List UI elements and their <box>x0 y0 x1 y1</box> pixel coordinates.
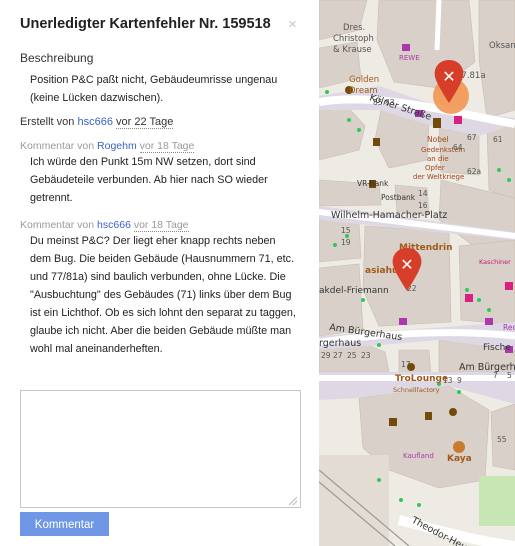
map-label: 67 <box>467 133 477 142</box>
close-icon: ✕ <box>400 255 413 274</box>
map-label: an die <box>427 155 449 163</box>
close-icon[interactable]: × <box>288 16 297 33</box>
shop-icon <box>389 418 397 426</box>
map-label: Schnellfactory <box>393 386 440 394</box>
description-heading: Beschreibung <box>20 51 94 65</box>
pharmacy-icon <box>454 116 462 124</box>
map-label: Kaschiner <box>479 258 511 266</box>
map-label: 62a <box>467 167 481 176</box>
comment-text-1: Ich würde den Punkt 15m NW setzen, dort … <box>30 156 268 204</box>
map-label: Golden <box>349 75 379 85</box>
shop-icon <box>485 318 493 325</box>
map-view[interactable]: Dres. Christoph & Krause REWE 77.81a Oks… <box>319 0 515 546</box>
created-line: Erstellt von hsc666 vor 22 Tage <box>20 116 299 129</box>
map-park <box>479 476 515 526</box>
map-label: Nobel <box>427 135 449 144</box>
panel-title: Unerledigter Kartenfehler Nr. 159518 <box>20 16 271 32</box>
pharmacy-icon <box>465 294 473 302</box>
comment-time: vor 18 Tage <box>133 219 189 232</box>
bank-icon <box>425 412 432 420</box>
map-label: 16 <box>418 201 428 210</box>
shop-icon <box>399 318 407 325</box>
street-label: Am Bürgerha <box>459 362 515 373</box>
map-label: VR-Bank <box>357 179 389 188</box>
street-label: rgerhaus <box>319 338 361 349</box>
pharmacy-icon <box>505 282 513 290</box>
created-user-link[interactable]: hsc666 <box>77 116 112 128</box>
map-label: 15 <box>341 226 351 235</box>
map-label: Kaufland <box>403 452 434 460</box>
comment-time: vor 18 Tage <box>139 140 195 153</box>
comment-text-2: Du meinst P&C? Der liegt eher knapp rech… <box>30 235 296 355</box>
comment-user-link[interactable]: hsc666 <box>97 219 131 231</box>
map-label: 19 <box>341 238 351 247</box>
map-label: 23 <box>361 351 371 360</box>
icecream-icon <box>449 408 457 416</box>
close-icon: ✕ <box>442 67 455 86</box>
comment-prefix: Kommentar von <box>20 140 95 152</box>
comment-meta-1: Kommentar von Rogehm vor 18 Tage <box>20 140 299 153</box>
street-label: Wilhelm-Hamacher-Platz <box>331 210 447 221</box>
map-label: 9 <box>457 376 462 385</box>
map-label: 61 <box>493 135 503 144</box>
comment-textarea[interactable] <box>20 390 301 508</box>
comment-user-link[interactable]: Rogehm <box>97 140 137 152</box>
map-label: der Weltkriege <box>413 173 464 181</box>
map-label: Rec <box>503 323 515 332</box>
comment-prefix: Kommentar von <box>20 219 95 231</box>
map-label: 27 <box>333 351 343 360</box>
street-label: akdel-Friemann <box>319 286 389 296</box>
map-label: 64 <box>453 143 463 152</box>
map-label: TroLounge <box>395 374 448 384</box>
map-label: Opfer <box>425 164 445 172</box>
resize-grip-icon[interactable] <box>289 497 297 505</box>
comment-meta-2: Kommentar von hsc666 vor 18 Tage <box>20 219 299 232</box>
shop-icon <box>402 44 410 51</box>
map-label: Kaya <box>447 454 472 464</box>
map-label: 25 <box>347 351 357 360</box>
map-label: Postbank <box>381 193 416 202</box>
map-label: Oksan <box>489 41 515 51</box>
map-label: REWE <box>399 54 420 62</box>
map-label: 29 <box>321 351 331 360</box>
created-time: vor 22 Tage <box>116 116 174 129</box>
memorial-icon <box>433 118 441 128</box>
bank-icon <box>373 138 380 146</box>
cafe-icon <box>453 441 465 453</box>
map-label: 14 <box>418 189 428 198</box>
map-label: 17 <box>401 360 411 369</box>
description-text: Position P&C paßt nicht, Gebäudeumrisse … <box>30 74 278 104</box>
map-label: Dres. <box>343 23 365 33</box>
map-label: 55 <box>497 435 507 444</box>
map-label: & Krause <box>333 45 372 55</box>
comment-submit-button[interactable]: Kommentar <box>20 512 109 536</box>
created-prefix: Erstellt von <box>20 116 75 128</box>
map-label: Christoph <box>333 34 374 44</box>
map-label: Fische <box>483 343 511 353</box>
